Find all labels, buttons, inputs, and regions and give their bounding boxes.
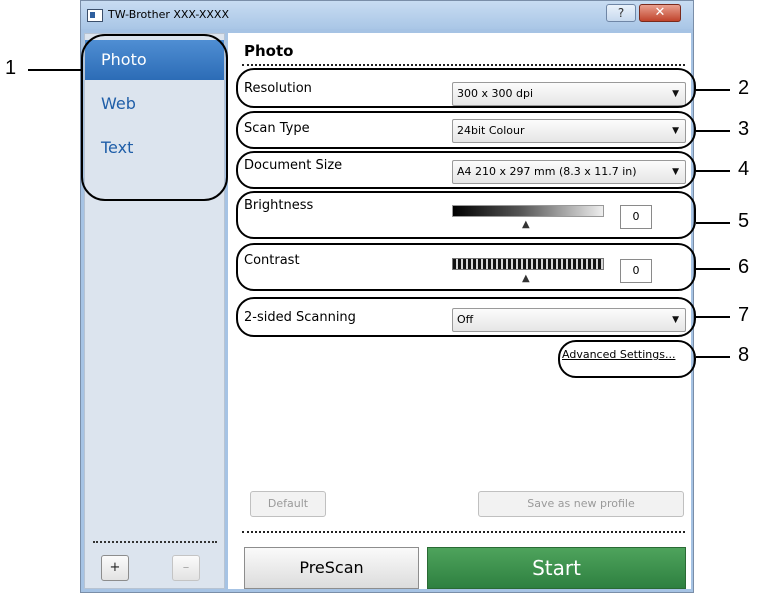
close-button[interactable]: ✕: [639, 4, 681, 22]
callout-number-5: 5: [738, 210, 750, 232]
callout-number-6: 6: [738, 256, 750, 278]
callout-number-4: 4: [738, 158, 750, 180]
callout-number-3: 3: [738, 118, 750, 140]
prescan-button[interactable]: PreScan: [244, 547, 419, 589]
callout-line-6: [696, 268, 730, 270]
bottom-divider: [242, 531, 685, 533]
start-button[interactable]: Start: [427, 547, 686, 589]
callout-number-8: 8: [738, 344, 750, 366]
callout-number-2: 2: [738, 77, 750, 99]
callout-box-6: [236, 243, 696, 291]
callout-number-7: 7: [738, 304, 750, 326]
callout-box-8: [558, 340, 696, 378]
callout-line-5: [696, 222, 730, 224]
remove-profile-button[interactable]: –: [172, 555, 200, 581]
callout-box-1: [81, 34, 228, 201]
callout-line-8: [696, 356, 730, 358]
default-button[interactable]: Default: [250, 491, 326, 517]
heading-divider: [242, 64, 685, 66]
callout-box-7: [236, 297, 696, 337]
callout-box-5: [236, 191, 696, 239]
help-button[interactable]: ?: [606, 4, 636, 22]
callout-line-2: [696, 89, 730, 91]
panel-heading: Photo: [244, 42, 294, 60]
window-title: TW-Brother XXX-XXXX: [108, 8, 229, 21]
save-profile-button[interactable]: Save as new profile: [478, 491, 684, 517]
callout-line-7: [696, 316, 730, 318]
callout-line-4: [696, 170, 730, 172]
callout-line-1: [28, 69, 81, 71]
title-bar: TW-Brother XXX-XXXX ? ✕: [81, 1, 693, 29]
callout-line-3: [696, 130, 730, 132]
callout-box-3: [236, 111, 696, 149]
app-icon: [87, 9, 103, 22]
add-profile-button[interactable]: +: [101, 555, 129, 581]
sidebar-divider: [93, 541, 217, 543]
callout-box-2: [236, 68, 696, 108]
callout-number-1: 1: [5, 57, 17, 79]
callout-box-4: [236, 151, 696, 189]
